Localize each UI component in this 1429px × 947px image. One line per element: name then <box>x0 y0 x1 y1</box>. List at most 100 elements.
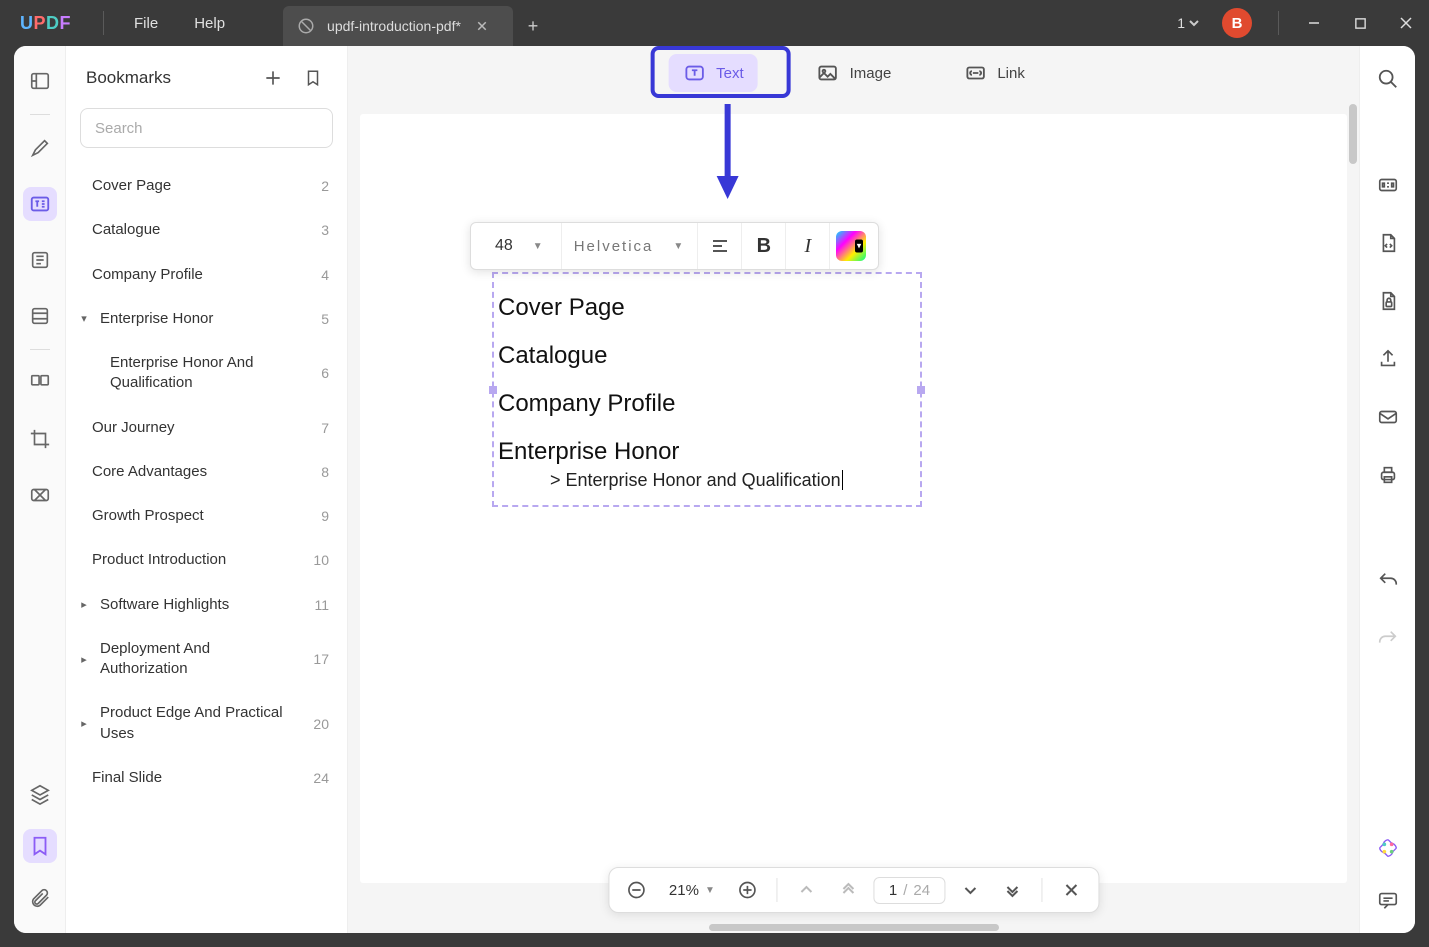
ocr-icon[interactable] <box>1373 170 1403 200</box>
left-tool-rail <box>14 46 66 933</box>
thumbnails-icon[interactable] <box>23 64 57 98</box>
form-tool-icon[interactable] <box>23 299 57 333</box>
convert-icon[interactable] <box>1373 228 1403 258</box>
crop-tool-icon[interactable] <box>23 422 57 456</box>
bookmark-panel-icon[interactable] <box>23 829 57 863</box>
first-page-button[interactable] <box>832 873 866 907</box>
zoom-out-button[interactable] <box>619 873 653 907</box>
protect-icon[interactable] <box>1373 286 1403 316</box>
share-icon[interactable] <box>1373 344 1403 374</box>
bookmark-item[interactable]: ▾Enterprise Honor5 <box>74 297 339 341</box>
bookmark-item[interactable]: Final Slide24 <box>74 756 339 800</box>
page-indicator[interactable]: 1 / 24 <box>874 877 945 904</box>
bookmark-item[interactable]: Growth Prospect9 <box>74 494 339 538</box>
chevron-right-icon[interactable]: ▸ <box>76 717 92 730</box>
page-tool-icon[interactable] <box>23 243 57 277</box>
user-avatar[interactable]: B <box>1222 8 1252 38</box>
chevron-down-icon[interactable]: ▾ <box>76 312 92 325</box>
add-bookmark-button[interactable] <box>259 64 287 92</box>
color-picker-button[interactable] <box>836 231 866 261</box>
last-page-button[interactable] <box>995 873 1029 907</box>
search-input[interactable] <box>80 108 333 148</box>
bookmark-label: Enterprise Honor <box>100 309 297 329</box>
text-subline[interactable]: > Enterprise Honor and Qualification <box>498 468 916 495</box>
email-icon[interactable] <box>1373 402 1403 432</box>
search-icon[interactable] <box>1373 64 1403 94</box>
chevron-down-icon: ▼ <box>673 241 685 252</box>
bookmark-label: Software Highlights <box>100 595 297 615</box>
link-tool-button[interactable]: Link <box>949 54 1039 92</box>
zoom-in-button[interactable] <box>731 873 765 907</box>
bookmark-label: Growth Prospect <box>92 506 297 526</box>
window-controls: 1 B <box>1169 0 1429 46</box>
bookmark-label: Cover Page <box>92 176 297 196</box>
ai-assistant-icon[interactable] <box>1373 833 1403 863</box>
chevron-right-icon[interactable]: ▸ <box>76 653 92 666</box>
close-nav-button[interactable] <box>1054 873 1088 907</box>
align-left-button[interactable] <box>698 223 742 269</box>
text-line[interactable]: Enterprise Honor <box>498 428 916 468</box>
bookmark-item[interactable]: Our Journey7 <box>74 406 339 450</box>
next-page-button[interactable] <box>953 873 987 907</box>
bookmark-label: Catalogue <box>92 220 297 240</box>
bookmark-item[interactable]: Company Profile4 <box>74 253 339 297</box>
minimize-button[interactable] <box>1291 0 1337 46</box>
menu-help[interactable]: Help <box>176 0 243 46</box>
bookmark-item[interactable]: Product Introduction10 <box>74 538 339 582</box>
new-tab-button[interactable]: + <box>513 6 553 46</box>
bookmark-page: 11 <box>305 597 329 613</box>
window-count-badge[interactable]: 1 <box>1169 15 1208 31</box>
bold-button[interactable]: B <box>742 223 786 269</box>
tab-title: updf-introduction-pdf* <box>327 18 461 34</box>
close-icon[interactable] <box>473 17 491 35</box>
bookmark-ribbon-icon[interactable] <box>299 64 327 92</box>
text-edit-box[interactable]: Cover Page Catalogue Company Profile Ent… <box>492 272 922 507</box>
font-family-selector[interactable]: Helvetica▼ <box>562 223 699 269</box>
comment-panel-icon[interactable] <box>1373 885 1403 915</box>
edit-text-tool-icon[interactable] <box>23 187 57 221</box>
close-button[interactable] <box>1383 0 1429 46</box>
bookmarks-panel: Bookmarks Cover Page2Catalogue3Company P… <box>66 46 348 933</box>
organize-icon[interactable] <box>23 366 57 400</box>
prev-page-button[interactable] <box>790 873 824 907</box>
maximize-button[interactable] <box>1337 0 1383 46</box>
bookmark-item[interactable]: ▸Product Edge And Practical Uses20 <box>74 691 339 756</box>
undo-icon[interactable] <box>1373 566 1403 596</box>
bookmark-label: Final Slide <box>92 768 297 788</box>
layers-icon[interactable] <box>23 777 57 811</box>
horizontal-scrollbar[interactable] <box>709 924 999 931</box>
redo-icon[interactable] <box>1373 624 1403 654</box>
bookmark-item[interactable]: ▸Deployment And Authorization17 <box>74 627 339 692</box>
bookmarks-title: Bookmarks <box>86 68 247 88</box>
zoom-level-dropdown[interactable]: 21% ▼ <box>661 882 723 899</box>
bookmark-page: 17 <box>305 651 329 667</box>
font-size-selector[interactable]: 48▼ <box>477 223 562 269</box>
text-tool-button[interactable]: Text <box>668 54 758 92</box>
image-tool-button[interactable]: Image <box>802 54 906 92</box>
menu-file[interactable]: File <box>116 0 176 46</box>
text-line[interactable]: Company Profile <box>498 380 916 428</box>
italic-button[interactable]: I <box>786 223 830 269</box>
bookmark-item[interactable]: Core Advantages8 <box>74 450 339 494</box>
document-tab[interactable]: updf-introduction-pdf* <box>283 6 513 46</box>
text-line[interactable]: Cover Page <box>498 284 916 332</box>
bookmark-item[interactable]: Enterprise Honor And Qualification6 <box>74 341 339 406</box>
comment-tool-icon[interactable] <box>23 131 57 165</box>
redact-tool-icon[interactable] <box>23 478 57 512</box>
attachment-icon[interactable] <box>23 881 57 915</box>
chevron-down-icon: ▼ <box>705 885 715 896</box>
text-line[interactable]: Catalogue <box>498 332 916 380</box>
bookmark-item[interactable]: Catalogue3 <box>74 208 339 252</box>
right-tool-rail <box>1359 46 1415 933</box>
chevron-right-icon[interactable]: ▸ <box>76 598 92 611</box>
print-icon[interactable] <box>1373 460 1403 490</box>
bookmark-item[interactable]: ▸ Software Highlights 11 <box>74 583 339 627</box>
resize-handle-left[interactable] <box>489 386 497 394</box>
edit-mode-toolbar: Text Image Link <box>668 54 1039 92</box>
vertical-scrollbar[interactable] <box>1349 104 1357 164</box>
bookmark-label: Company Profile <box>92 265 297 285</box>
bookmark-item[interactable]: Cover Page2 <box>74 164 339 208</box>
chevron-down-icon: ▼ <box>533 241 543 252</box>
page-surface[interactable]: 48▼ Helvetica▼ B I Cover Page Catalogue … <box>360 114 1347 883</box>
resize-handle-right[interactable] <box>917 386 925 394</box>
